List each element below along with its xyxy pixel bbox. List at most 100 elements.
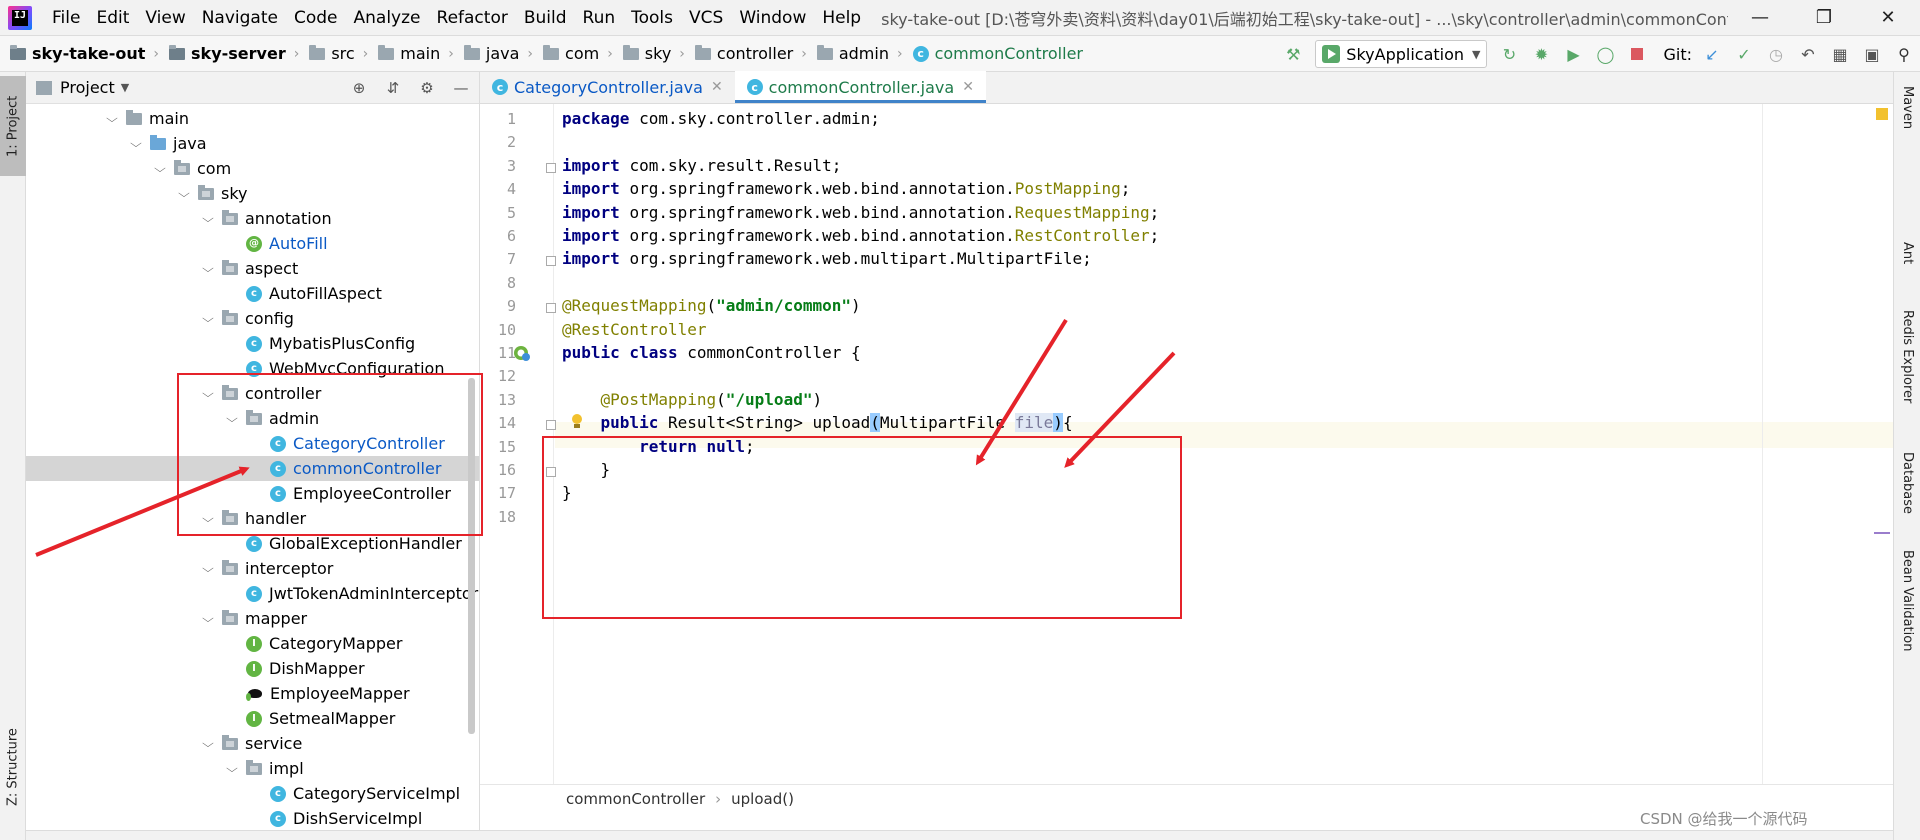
- breadcrumb-item-main[interactable]: main ›: [368, 44, 454, 63]
- breadcrumb-item-admin[interactable]: admin ›: [807, 44, 903, 63]
- search-icon[interactable]: ⚲: [1893, 43, 1915, 65]
- breadcrumb-item-sky[interactable]: sky ›: [613, 44, 685, 63]
- close-tab-icon[interactable]: ✕: [711, 79, 723, 95]
- collapse-all-icon[interactable]: ⇵: [383, 79, 403, 97]
- tree-item-java[interactable]: ⌵ java: [26, 131, 479, 156]
- expand-chevron-icon[interactable]: ⌵: [224, 762, 241, 776]
- editor-tab-commoncontroller-java[interactable]: c commonController.java ✕: [734, 71, 987, 103]
- locate-crosshair-icon[interactable]: ⊕: [349, 79, 369, 97]
- tree-item-dishserviceimpl[interactable]: c DishServiceImpl: [26, 806, 479, 831]
- menu-build[interactable]: Build: [516, 8, 575, 28]
- close-window-button[interactable]: ✕: [1856, 0, 1920, 36]
- tree-item-service[interactable]: ⌵ service: [26, 731, 479, 756]
- menu-window[interactable]: Window: [731, 8, 814, 28]
- tree-item-autofill[interactable]: @ AutoFill: [26, 231, 479, 256]
- tree-item-categoryserviceimpl[interactable]: c CategoryServiceImpl: [26, 781, 479, 806]
- tree-item-employeemapper[interactable]: EmployeeMapper: [26, 681, 479, 706]
- tree-item-annotation[interactable]: ⌵ annotation: [26, 206, 479, 231]
- menu-analyze[interactable]: Analyze: [346, 8, 429, 28]
- minimize-button[interactable]: —: [1728, 0, 1792, 36]
- code-line[interactable]: import org.springframework.web.multipart…: [562, 247, 1092, 271]
- close-tab-icon[interactable]: ✕: [962, 79, 974, 95]
- fold-marker-icon[interactable]: [546, 256, 556, 267]
- expand-chevron-icon[interactable]: ⌵: [152, 162, 169, 176]
- tree-item-dishmapper[interactable]: I DishMapper: [26, 656, 479, 681]
- gear-icon[interactable]: ⚙: [417, 79, 437, 97]
- menu-file[interactable]: File: [44, 8, 88, 28]
- expand-chevron-icon[interactable]: ⌵: [200, 737, 217, 751]
- project-panel-title[interactable]: Project: [60, 78, 115, 97]
- intention-bulb-icon[interactable]: [571, 414, 583, 430]
- code-line[interactable]: import org.springframework.web.bind.anno…: [562, 177, 1130, 201]
- project-structure-icon[interactable]: ▦: [1829, 43, 1851, 65]
- expand-chevron-icon[interactable]: ⌵: [128, 137, 145, 151]
- tree-item-mapper[interactable]: ⌵ mapper: [26, 606, 479, 631]
- tree-item-jwttokenadmininterceptor[interactable]: c JwtTokenAdminInterceptor: [26, 581, 479, 606]
- tree-item-main[interactable]: ⌵ main: [26, 106, 479, 131]
- right-tool-tab-maven[interactable]: Maven: [1894, 86, 1920, 206]
- structure-tool-tab[interactable]: Z: Structure: [0, 712, 26, 822]
- tree-item-impl[interactable]: ⌵ impl: [26, 756, 479, 781]
- inspection-warning-marker[interactable]: [1876, 108, 1888, 120]
- editor-tab-categorycontroller-java[interactable]: c CategoryController.java ✕: [480, 71, 735, 103]
- expand-chevron-icon[interactable]: ⌵: [200, 562, 217, 576]
- error-stripe-mark[interactable]: [1874, 532, 1890, 534]
- code-line[interactable]: @PostMapping("/upload"): [562, 388, 823, 412]
- expand-chevron-icon[interactable]: ⌵: [176, 187, 193, 201]
- breadcrumb-item-java[interactable]: java ›: [454, 44, 533, 63]
- build-hammer-icon[interactable]: ⚒: [1282, 43, 1304, 65]
- profiler-icon[interactable]: ◯: [1594, 43, 1616, 65]
- debug-bug-icon[interactable]: ✹: [1530, 43, 1552, 65]
- tree-item-config[interactable]: ⌵ config: [26, 306, 479, 331]
- fold-marker-icon[interactable]: [546, 303, 556, 314]
- right-tool-tab-bean-validation[interactable]: Bean Validation: [1894, 550, 1920, 670]
- git-update-arrow-icon[interactable]: ↙: [1701, 43, 1723, 65]
- spring-bean-gutter-icon[interactable]: [512, 343, 532, 363]
- rerun-icon[interactable]: ↻: [1498, 43, 1520, 65]
- menu-view[interactable]: View: [137, 8, 193, 28]
- fold-marker-icon[interactable]: [546, 420, 556, 431]
- hide-panel-icon[interactable]: —: [451, 79, 471, 97]
- tree-item-sky[interactable]: ⌵ sky: [26, 181, 479, 206]
- right-tool-tab-ant[interactable]: Ant: [1894, 242, 1920, 298]
- menu-help[interactable]: Help: [814, 8, 869, 28]
- run-with-coverage-icon[interactable]: ▶: [1562, 43, 1584, 65]
- menu-tools[interactable]: Tools: [623, 8, 681, 28]
- menu-run[interactable]: Run: [575, 8, 624, 28]
- code-line[interactable]: @RequestMapping("admin/common"): [562, 294, 861, 318]
- editor-breadcrumb-item-upload[interactable]: upload(): [731, 790, 794, 808]
- tree-item-interceptor[interactable]: ⌵ interceptor: [26, 556, 479, 581]
- git-commit-check-icon[interactable]: ✓: [1733, 43, 1755, 65]
- expand-chevron-icon[interactable]: ⌵: [200, 212, 217, 226]
- git-rollback-icon[interactable]: ↶: [1797, 43, 1819, 65]
- breadcrumb-item-controller[interactable]: controller ›: [685, 44, 807, 63]
- expand-chevron-icon[interactable]: ⌵: [200, 612, 217, 626]
- stop-icon[interactable]: [1626, 43, 1648, 65]
- right-tool-tab-redis-explorer[interactable]: Redis Explorer: [1894, 310, 1920, 428]
- tree-item-autofillaspect[interactable]: c AutoFillAspect: [26, 281, 479, 306]
- right-tool-tab-database[interactable]: Database: [1894, 452, 1920, 532]
- expand-chevron-icon[interactable]: ⌵: [200, 312, 217, 326]
- breadcrumb-item-sky-take-out[interactable]: sky-take-out ›: [0, 44, 159, 63]
- code-line[interactable]: public class commonController {: [562, 341, 861, 365]
- menu-code[interactable]: Code: [286, 8, 346, 28]
- menu-navigate[interactable]: Navigate: [194, 8, 286, 28]
- expand-chevron-icon[interactable]: ⌵: [200, 262, 217, 276]
- code-line[interactable]: import org.springframework.web.bind.anno…: [562, 224, 1159, 248]
- expand-chevron-icon[interactable]: ⌵: [104, 112, 121, 126]
- breadcrumb-item-sky-server[interactable]: sky-server ›: [159, 44, 299, 63]
- code-line[interactable]: import org.springframework.web.bind.anno…: [562, 201, 1159, 225]
- tree-item-setmealmapper[interactable]: I SetmealMapper: [26, 706, 479, 731]
- code-line[interactable]: import com.sky.result.Result;: [562, 154, 841, 178]
- breadcrumb-item-com[interactable]: com ›: [533, 44, 613, 63]
- restore-button[interactable]: ❐: [1792, 0, 1856, 36]
- breadcrumb-item-src[interactable]: src ›: [299, 44, 368, 63]
- git-history-clock-icon[interactable]: ◷: [1765, 43, 1787, 65]
- menu-refactor[interactable]: Refactor: [429, 8, 516, 28]
- presentation-icon[interactable]: ▣: [1861, 43, 1883, 65]
- tree-item-aspect[interactable]: ⌵ aspect: [26, 256, 479, 281]
- project-tool-tab[interactable]: 1: Project: [0, 76, 26, 176]
- menu-edit[interactable]: Edit: [88, 8, 137, 28]
- menu-vcs[interactable]: VCS: [681, 8, 731, 28]
- fold-marker-icon[interactable]: [546, 162, 556, 173]
